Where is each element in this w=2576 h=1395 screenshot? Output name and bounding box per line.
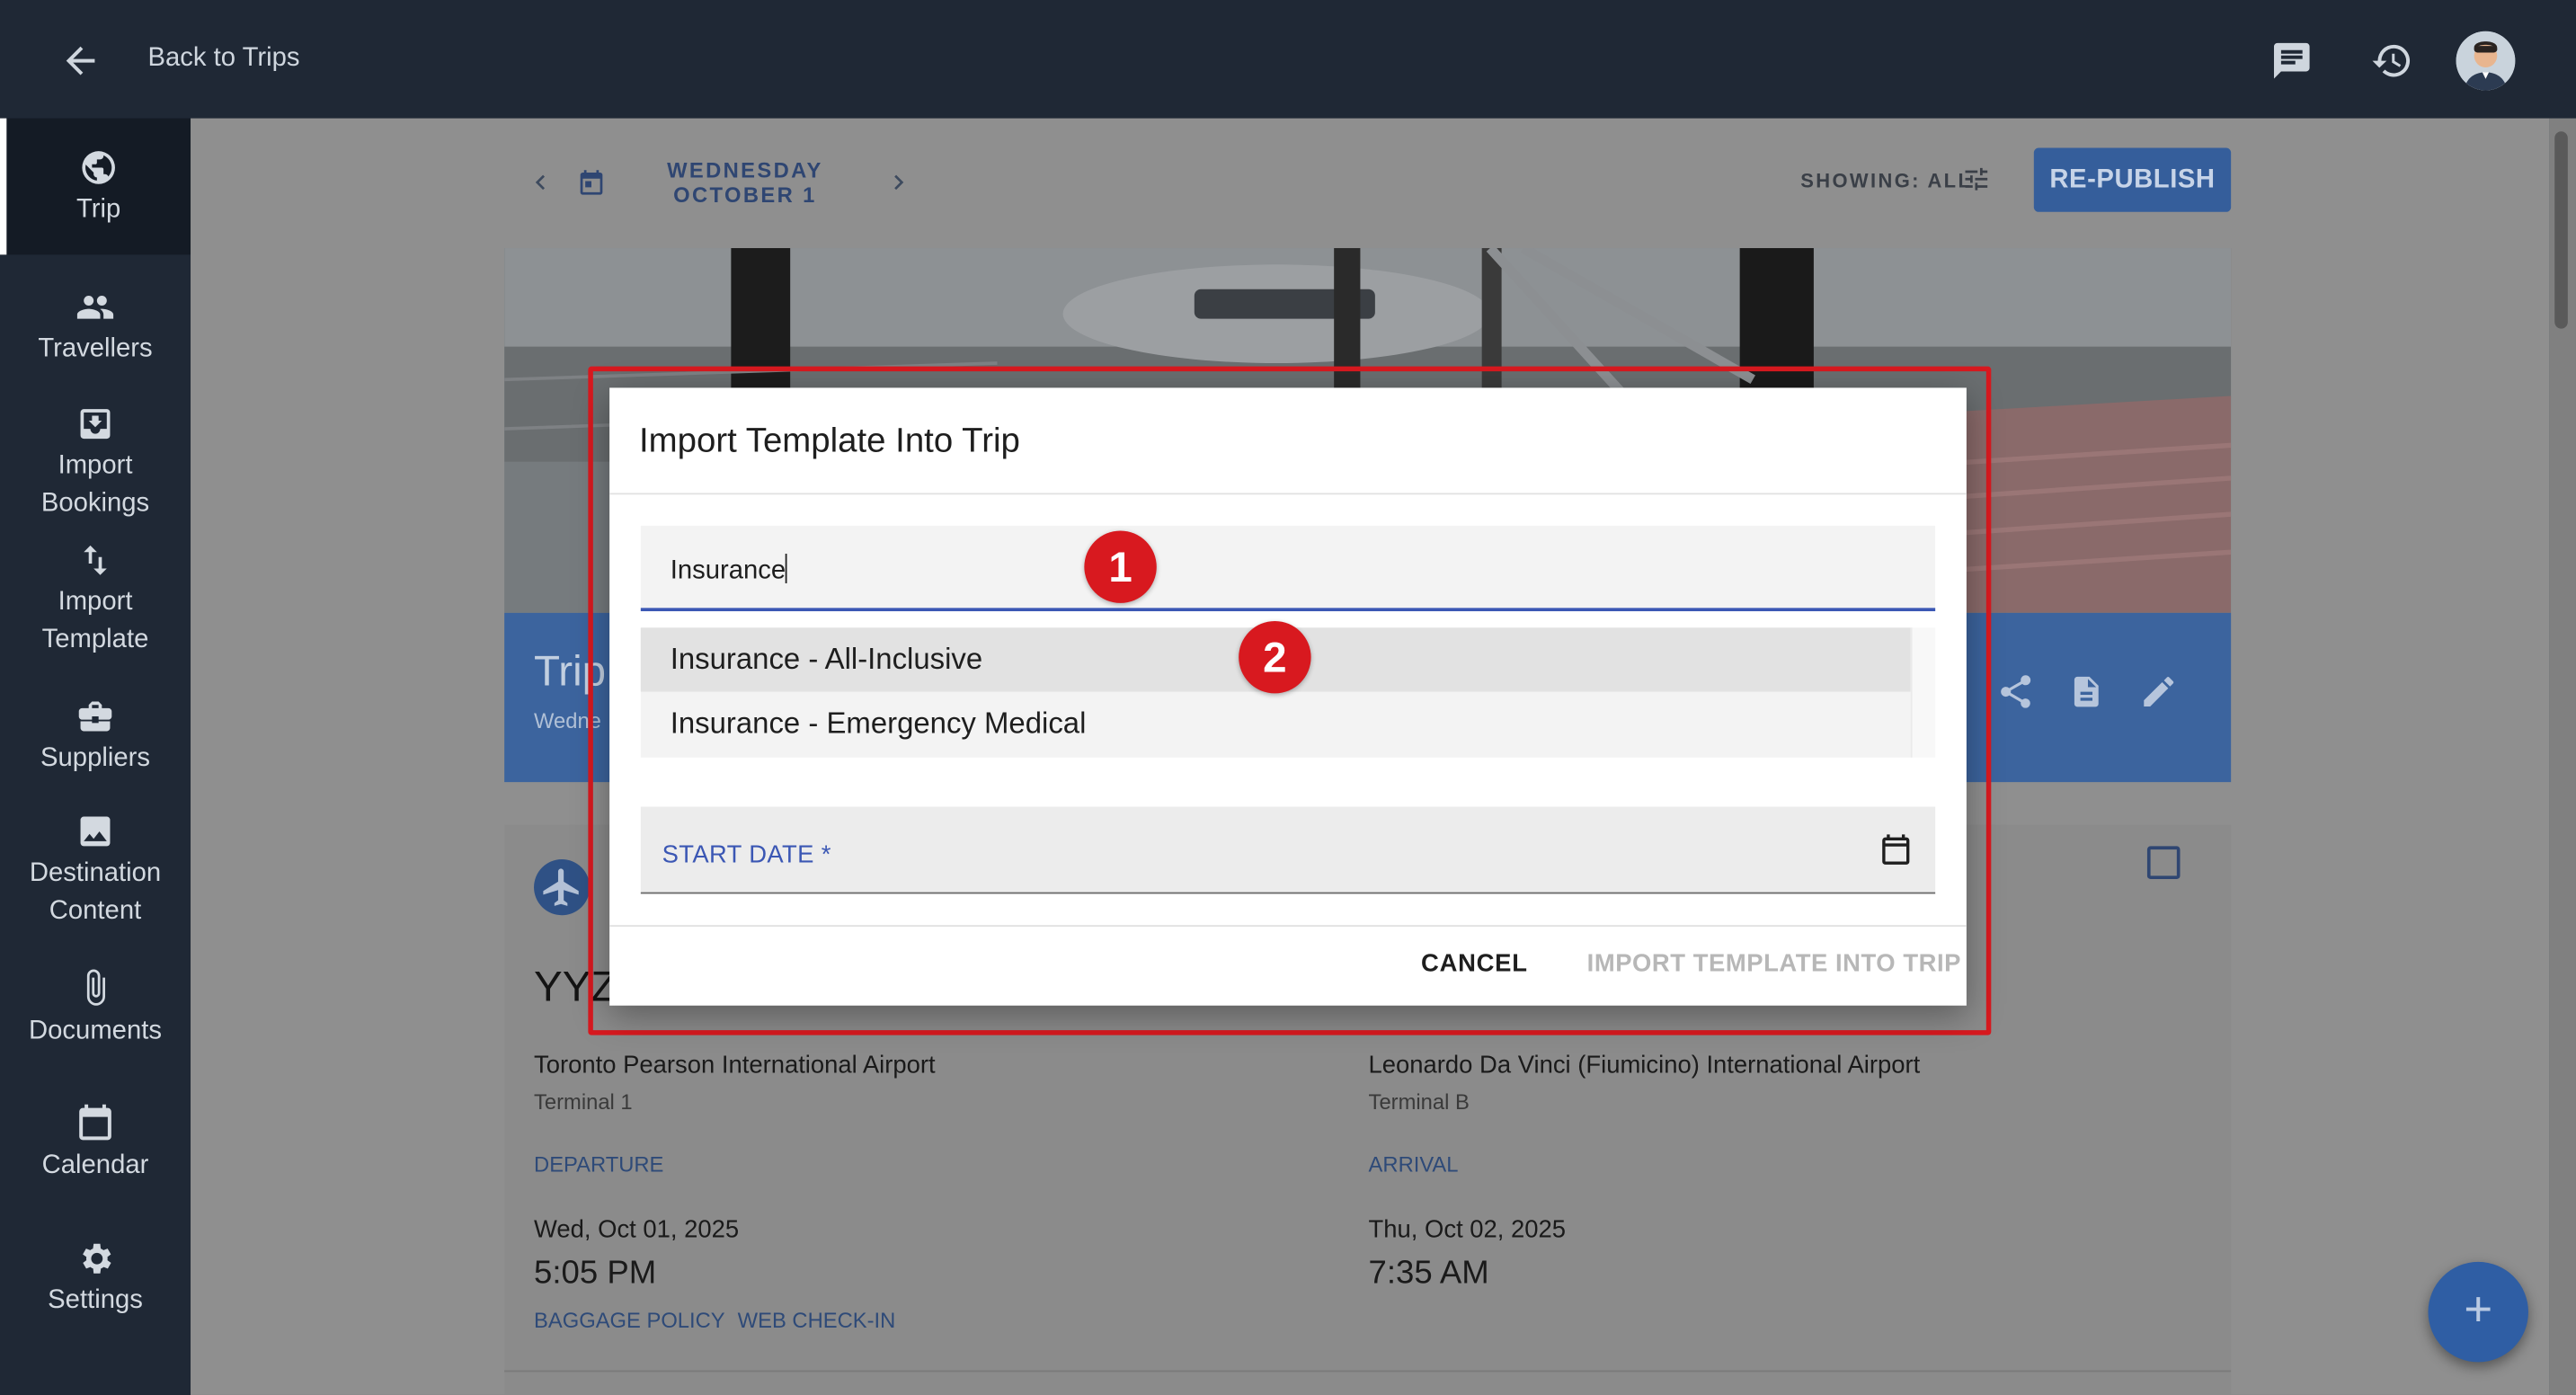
plane-icon xyxy=(534,859,591,916)
template-search-input[interactable]: Insurance xyxy=(640,525,1936,612)
sidebar-item-label: Destination Content xyxy=(29,859,162,926)
back-to-trips-link[interactable]: Back to Trips xyxy=(148,44,300,74)
cancel-button[interactable]: CANCEL xyxy=(1421,950,1528,978)
option-insurance-emergency-medical[interactable]: Insurance - Emergency Medical xyxy=(641,692,1911,756)
top-bar: Back to Trips xyxy=(0,0,2576,119)
arrival-label: ARRIVAL xyxy=(1368,1151,1459,1177)
arrive-date: Thu, Oct 02, 2025 xyxy=(1368,1215,1567,1244)
chevron-left-icon[interactable] xyxy=(526,166,555,200)
sidebar-item-destination-content[interactable]: Destination Content xyxy=(0,812,191,930)
sidebar-item-label: Settings xyxy=(48,1286,143,1315)
image-icon xyxy=(80,816,111,847)
from-airport: Toronto Pearson International Airport xyxy=(534,1051,936,1080)
sidebar-item-label: Calendar xyxy=(41,1151,149,1180)
tune-icon[interactable] xyxy=(1961,164,1991,194)
start-date-label: START DATE * xyxy=(662,840,831,870)
arrive-time: 7:35 AM xyxy=(1368,1255,1489,1292)
calendar-icon xyxy=(79,1104,111,1141)
globe-icon xyxy=(82,151,115,184)
add-fab-button[interactable]: + xyxy=(2428,1261,2528,1363)
to-airport: Leonardo Da Vinci (Fiumicino) Internatio… xyxy=(1368,1051,1921,1080)
card-divider xyxy=(504,1370,2232,1373)
sidebar-item-label: Trip xyxy=(76,195,121,224)
app-screen: Back to Trips Trip Travellers Import Boo… xyxy=(0,0,2576,1395)
sidebar-item-documents[interactable]: Documents xyxy=(0,966,191,1050)
sidebar-item-label: Suppliers xyxy=(40,744,150,773)
dialog-title: Import Template Into Trip xyxy=(639,422,1020,460)
day-date-label: WEDNESDAY OCTOBER 1 xyxy=(667,157,823,207)
search-input-value: Insurance xyxy=(671,554,788,587)
start-date-field[interactable]: START DATE * xyxy=(640,806,1936,894)
sidebar-item-trip[interactable]: Trip xyxy=(0,118,191,255)
day-label: WEDNESDAY xyxy=(667,157,823,182)
date-label: OCTOBER 1 xyxy=(673,182,817,208)
calendar-icon[interactable] xyxy=(577,167,607,197)
user-avatar[interactable] xyxy=(2456,31,2516,91)
paperclip-icon xyxy=(86,969,105,1006)
dialog-footer-divider xyxy=(609,925,1967,927)
select-checkbox[interactable] xyxy=(2146,846,2181,879)
departure-label: DEPARTURE xyxy=(534,1151,664,1177)
briefcase-icon xyxy=(78,701,112,732)
web-checkin-link[interactable]: WEB CHECK-IN xyxy=(738,1308,896,1332)
swap-vertical-icon xyxy=(84,545,107,575)
import-template-dialog: Import Template Into Trip Insurance Insu… xyxy=(609,387,1967,1006)
history-icon[interactable] xyxy=(2371,40,2414,83)
showing-filter-label[interactable]: SHOWING: ALL xyxy=(1800,169,1972,192)
depart-date: Wed, Oct 01, 2025 xyxy=(534,1215,740,1244)
sidebar-item-label: Travellers xyxy=(38,334,153,363)
text-caret xyxy=(786,554,788,583)
import-icon xyxy=(80,409,111,440)
options-scrollbar[interactable] xyxy=(1910,627,1936,758)
republish-button[interactable]: RE-PUBLISH xyxy=(2033,147,2232,212)
calendar-icon[interactable] xyxy=(1878,831,1914,867)
chat-icon[interactable] xyxy=(2270,40,2314,83)
sidebar-item-label: Documents xyxy=(29,1017,162,1045)
depart-time: 5:05 PM xyxy=(534,1255,657,1292)
sidebar-item-settings[interactable]: Settings xyxy=(0,1239,191,1319)
baggage-policy-link[interactable]: BAGGAGE POLICY xyxy=(534,1308,725,1332)
people-icon xyxy=(76,296,114,319)
annotation-badge-2: 2 xyxy=(1239,620,1311,694)
gear-icon xyxy=(83,1243,111,1274)
chevron-right-icon[interactable] xyxy=(884,166,913,200)
dialog-divider xyxy=(609,493,1967,495)
annotation-badge-1: 1 xyxy=(1084,530,1157,603)
sidebar-item-calendar[interactable]: Calendar xyxy=(0,1101,191,1185)
import-template-button[interactable]: IMPORT TEMPLATE INTO TRIP xyxy=(1587,950,1961,978)
sidebar-item-import-bookings[interactable]: Import Bookings xyxy=(0,404,191,523)
back-arrow-icon[interactable] xyxy=(59,40,102,83)
sidebar-item-suppliers[interactable]: Suppliers xyxy=(0,697,191,777)
sidebar-item-label: Import Template xyxy=(41,588,149,654)
page-scroll-thumb[interactable] xyxy=(2554,131,2568,329)
from-terminal: Terminal 1 xyxy=(534,1088,633,1115)
sidebar: Trip Travellers Import Bookings Import T… xyxy=(0,118,191,1395)
sidebar-item-travellers[interactable]: Travellers xyxy=(0,288,191,369)
share-icon[interactable] xyxy=(1996,672,2036,712)
sidebar-item-import-template[interactable]: Import Template xyxy=(0,540,191,659)
sidebar-item-label: Import Bookings xyxy=(40,451,150,518)
edit-icon[interactable] xyxy=(2139,672,2179,712)
to-terminal: Terminal B xyxy=(1368,1088,1470,1115)
document-icon[interactable] xyxy=(2068,672,2104,712)
